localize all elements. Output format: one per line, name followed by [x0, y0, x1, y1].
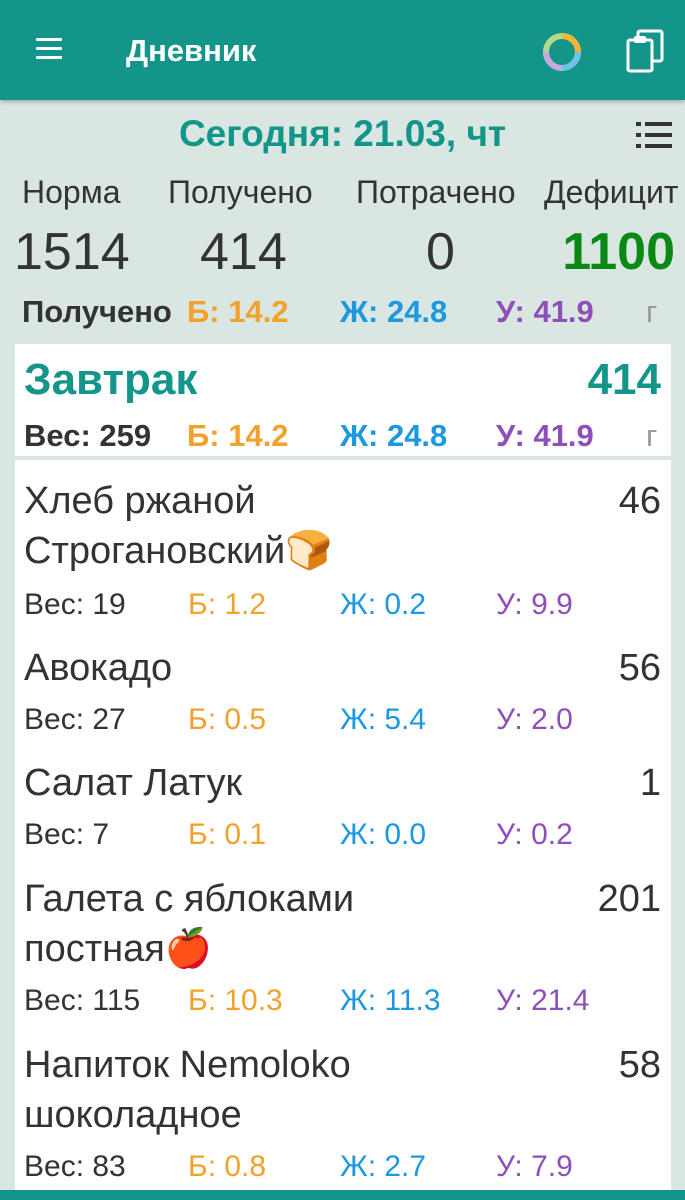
food-fat: Ж: 0.0	[340, 818, 427, 851]
meal-title: Завтрак	[24, 355, 198, 404]
food-calories: 201	[597, 878, 661, 920]
norm-value: 1514	[14, 223, 130, 281]
deficit-label: Дефицит	[544, 174, 679, 210]
food-protein: Б: 1.2	[188, 588, 267, 621]
macros-total-fat: Ж: 24.8	[340, 294, 448, 329]
food-weight: Вес: 83	[24, 1150, 126, 1183]
food-calories: 56	[618, 647, 661, 689]
macros-total-protein: Б: 14.2	[187, 294, 289, 329]
food-weight: Вес: 19	[24, 588, 126, 621]
food-weight: Вес: 7	[24, 818, 110, 851]
food-name: Авокадо	[24, 647, 173, 689]
food-carbs: У: 7.9	[496, 1150, 573, 1183]
date-title[interactable]: Сегодня: 21.03, чт	[0, 113, 685, 155]
app-bar: Дневник	[0, 0, 685, 100]
received-label: Получено	[168, 174, 313, 210]
food-protein: Б: 0.1	[188, 818, 267, 851]
food-fat: Ж: 11.3	[340, 984, 441, 1017]
meal-weight: Вес: 259	[24, 418, 152, 453]
macros-total-carbs: У: 41.9	[496, 294, 594, 329]
food-name: Хлеб ржаной	[24, 480, 256, 522]
meal-carbs: У: 41.9	[496, 418, 594, 453]
food-name: Напиток Nemoloko	[24, 1044, 351, 1086]
received-value: 414	[200, 223, 287, 281]
food-calories: 1	[639, 762, 661, 804]
deficit-value: 1100	[562, 223, 675, 281]
app-title: Дневник	[126, 33, 257, 68]
food-name: Галета с яблоками	[24, 878, 355, 920]
clipboard-icon[interactable]	[624, 28, 666, 74]
menu-icon[interactable]	[36, 38, 62, 60]
food-calories: 46	[618, 480, 661, 522]
food-protein: Б: 0.5	[188, 703, 267, 736]
meal-protein: Б: 14.2	[187, 418, 289, 453]
food-carbs: У: 9.9	[496, 588, 573, 621]
food-name-line2: Строгановский🍞	[24, 530, 333, 572]
progress-ring-icon[interactable]	[540, 30, 584, 74]
norm-label: Норма	[22, 174, 121, 210]
food-protein: Б: 0.8	[188, 1150, 267, 1183]
food-weight: Вес: 115	[24, 984, 141, 1017]
food-carbs: У: 21.4	[496, 984, 590, 1017]
bottom-bar	[0, 1190, 685, 1200]
food-carbs: У: 2.0	[496, 703, 573, 736]
food-carbs: У: 0.2	[496, 818, 573, 851]
food-fat: Ж: 0.2	[340, 588, 427, 621]
spent-label: Потрачено	[356, 174, 516, 210]
food-fat: Ж: 5.4	[340, 703, 427, 736]
food-fat: Ж: 2.7	[340, 1150, 427, 1183]
meal-unit: г	[646, 418, 658, 453]
food-weight: Вес: 27	[24, 703, 126, 736]
food-name-line2: шоколадное	[24, 1094, 242, 1136]
spent-value: 0	[426, 223, 455, 281]
macros-total-label: Получено	[22, 294, 172, 329]
food-name: Салат Латук	[24, 762, 243, 804]
meal-fat: Ж: 24.8	[340, 418, 448, 453]
meal-total-calories: 414	[587, 355, 661, 404]
food-calories: 58	[618, 1044, 661, 1086]
food-name-line2: постная🍎	[24, 928, 213, 970]
list-icon[interactable]	[636, 122, 672, 148]
macros-total-unit: г	[646, 294, 658, 329]
food-protein: Б: 10.3	[188, 984, 283, 1017]
